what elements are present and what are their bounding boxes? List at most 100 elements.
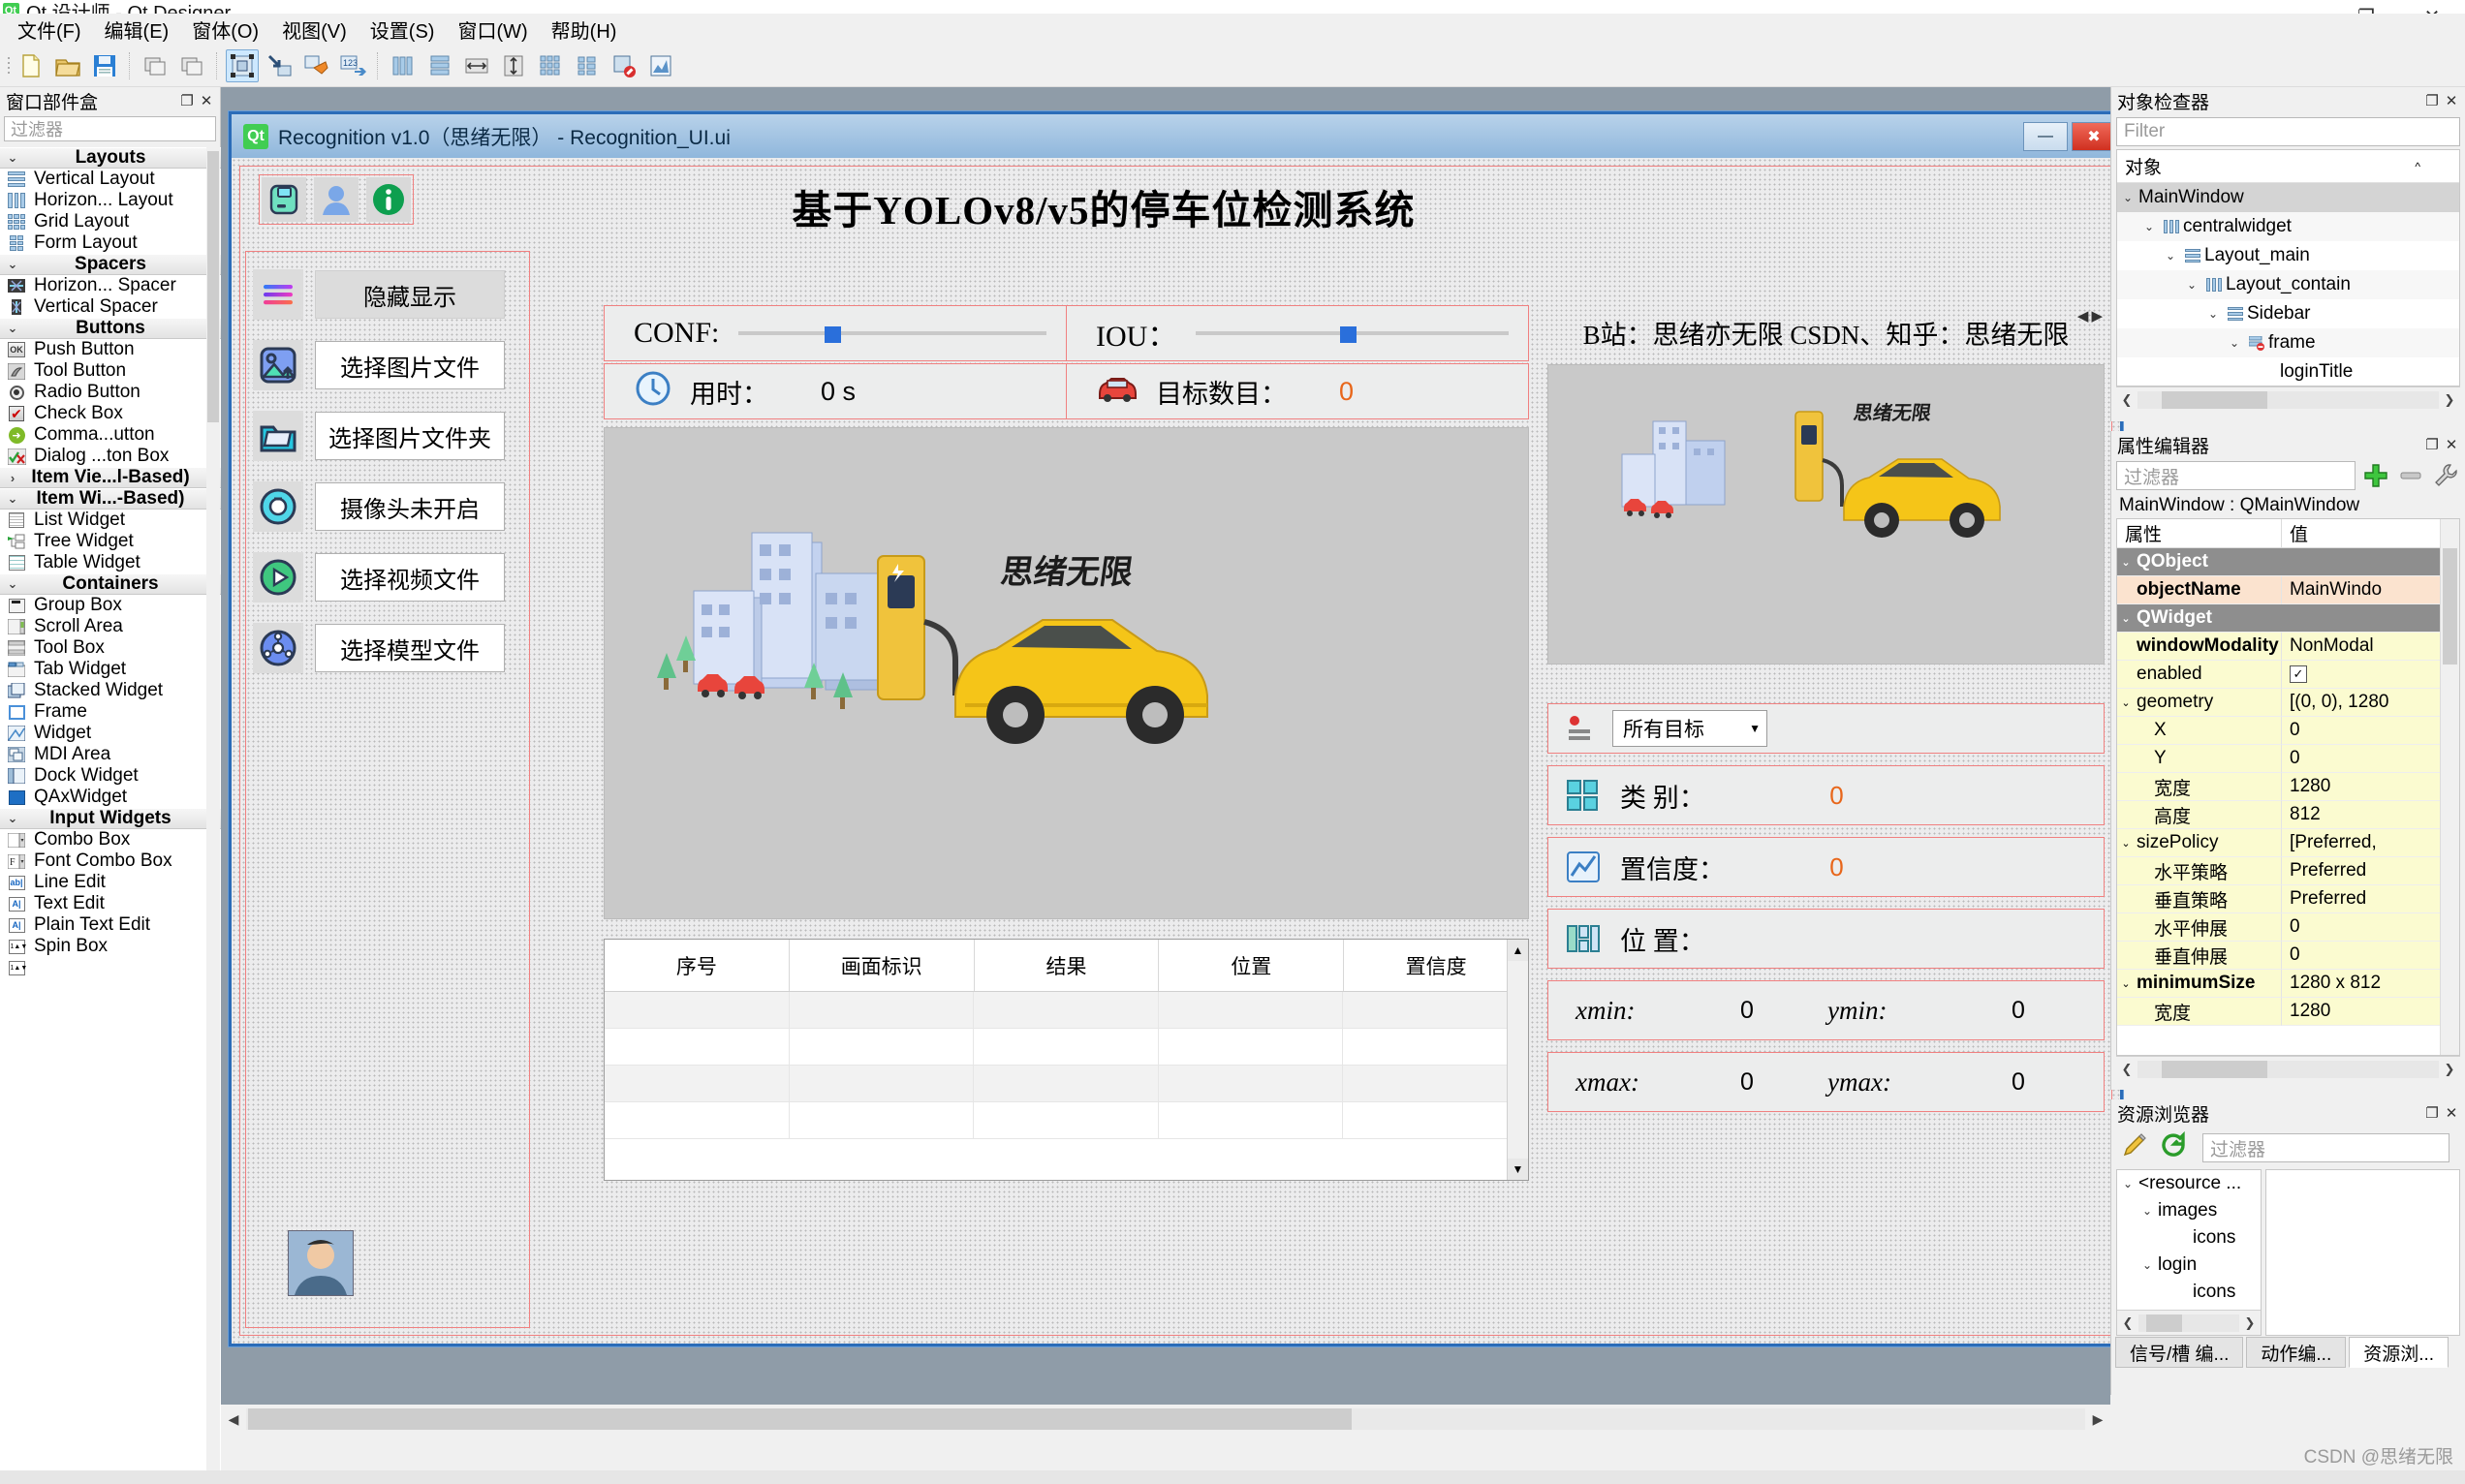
user-icon[interactable]	[314, 177, 359, 222]
scroll-left-icon[interactable]: ◀	[221, 1411, 246, 1428]
chevron-down-icon[interactable]: ▼	[1749, 722, 1761, 735]
object-node-layout-main[interactable]: ⌄ Layout_main	[2117, 241, 2459, 270]
property-value[interactable]: 0	[2282, 745, 2459, 773]
sidebar-item-select-image[interactable]: 选择图片文件	[253, 340, 519, 390]
restore-icon[interactable]: ❐	[2422, 1103, 2442, 1123]
widget-item-qax-widget[interactable]: QAxWidget	[0, 787, 221, 808]
target-selector-row[interactable]: 所有目标 ▼	[1547, 703, 2105, 754]
property-row-vpolicy[interactable]: 垂直策略 Preferred	[2117, 885, 2459, 913]
widget-item-stacked-widget[interactable]: Stacked Widget	[0, 680, 221, 701]
widget-group-item-views[interactable]: › Item Vie...l-Based)	[0, 467, 221, 488]
object-node-layout-contain[interactable]: ⌄ Layout_contain	[2117, 270, 2459, 299]
widget-item-tool-box[interactable]: Tool Box	[0, 637, 221, 659]
widget-item-push-button[interactable]: OK Push Button	[0, 339, 221, 360]
pencil-icon[interactable]	[2121, 1131, 2148, 1164]
menu-form[interactable]: 窗体(O)	[180, 12, 270, 47]
property-table-hscrollbar[interactable]: ❮ ❯	[2116, 1056, 2460, 1081]
chevron-down-icon[interactable]: ⌄	[2224, 336, 2245, 350]
object-node-mainwindow[interactable]: ⌄ MainWindow	[2117, 183, 2459, 212]
widget-item-horizontal-spacer[interactable]: Horizon... Spacer	[0, 275, 221, 296]
chevron-down-icon[interactable]: ⌄	[2181, 278, 2202, 292]
form-window-titlebar[interactable]: Qt Recognition v1.0（思绪无限） - Recognition_…	[232, 114, 2120, 158]
sidebar-item-label[interactable]: 选择图片文件	[315, 341, 505, 389]
scroll-left-icon[interactable]: ❮	[2116, 1062, 2137, 1077]
chevron-down-icon[interactable]: ⌄	[2117, 977, 2135, 990]
resource-node-login[interactable]: ⌄ login	[2117, 1252, 2261, 1279]
new-file-icon[interactable]	[15, 49, 47, 82]
conf-slider[interactable]	[738, 317, 1046, 350]
resource-tree-hscrollbar[interactable]: ❮ ❯	[2117, 1310, 2261, 1335]
widget-group-layouts[interactable]: ⌄ Layouts	[0, 147, 221, 169]
widget-item-dialog-button-box[interactable]: Dialog ...ton Box	[0, 446, 221, 467]
resource-tree[interactable]: ⌄ <resource ... ⌄ images icons ⌄ login i…	[2116, 1169, 2262, 1336]
iou-cell[interactable]: IOU：	[1067, 306, 1528, 360]
threshold-panel[interactable]: CONF: IOU：	[604, 305, 1529, 361]
menu-edit[interactable]: 编辑(E)	[93, 12, 181, 47]
widget-item-plain-text-edit[interactable]: A| Plain Text Edit	[0, 914, 221, 936]
folder-icon[interactable]	[253, 411, 303, 461]
menu-view[interactable]: 视图(V)	[270, 12, 359, 47]
dock-tabbar[interactable]: 信号/槽 编... 动作编... 资源浏...	[2111, 1337, 2465, 1368]
plus-icon[interactable]	[2361, 461, 2390, 490]
widget-item-dock-widget[interactable]: Dock Widget	[0, 765, 221, 787]
scroll-right-icon[interactable]: ▶	[2085, 1411, 2110, 1428]
sidebar-item-label[interactable]: 隐藏显示	[315, 270, 505, 319]
scroll-up-icon[interactable]: ▲	[1508, 940, 1528, 961]
chevron-down-icon[interactable]: ⌄	[2117, 191, 2138, 204]
object-inspector-filter-input[interactable]: Filter	[2116, 117, 2460, 146]
object-tree[interactable]: 对象 ^ ⌄ MainWindow ⌄ centralwidget ⌄ Layo…	[2116, 149, 2460, 386]
table-row[interactable]	[605, 1102, 1528, 1139]
info-icon[interactable]	[366, 177, 411, 222]
widget-group-buttons[interactable]: ⌄ Buttons	[0, 318, 221, 339]
iou-slider[interactable]	[1196, 317, 1509, 350]
close-icon[interactable]: ✕	[2442, 1103, 2461, 1123]
widget-item-vertical-layout[interactable]: Vertical Layout	[0, 169, 221, 190]
property-value[interactable]: [(0, 0), 1280	[2282, 689, 2459, 717]
resource-node-images-icons[interactable]: icons	[2117, 1224, 2261, 1252]
video-icon[interactable]	[253, 552, 303, 603]
widget-item-radio-button[interactable]: Radio Button	[0, 382, 221, 403]
table-scrollbar[interactable]: ▲ ▼	[1507, 940, 1528, 1180]
scroll-right-icon[interactable]: ❯	[2239, 1315, 2261, 1331]
widget-item-double-spin-box[interactable]: 1 ▲▼	[0, 957, 221, 978]
redo-icon[interactable]	[175, 49, 208, 82]
menu-help[interactable]: 帮助(H)	[540, 12, 629, 47]
form-canvas[interactable]: 基于YOLOv8/v5的停车位检测系统 隐藏显示 选择图片文件 选择图片文件夹 …	[232, 158, 2120, 1344]
form-area-hscrollbar[interactable]: ◀ ▶	[221, 1405, 2110, 1434]
property-table-vscrollbar[interactable]	[2440, 519, 2459, 1055]
adjust-size-icon[interactable]	[644, 49, 677, 82]
property-value[interactable]: Preferred	[2282, 857, 2459, 885]
save-icon[interactable]	[262, 177, 306, 222]
widget-group-item-widgets[interactable]: ⌄ Item Wi...-Based)	[0, 488, 221, 510]
property-row-objectname[interactable]: objectName MainWindo	[2117, 576, 2459, 604]
chevron-down-icon[interactable]: ⌄	[2117, 696, 2135, 709]
object-node-frame[interactable]: ⌄ frame	[2117, 328, 2459, 357]
widget-item-widget[interactable]: Widget	[0, 723, 221, 744]
menu-settings[interactable]: 设置(S)	[359, 12, 447, 47]
app-right-panel[interactable]: B站：思绪亦无限 CSDN、知乎：思绪无限 ◀ ▶ 思绪无限 所有目标 ▼ 类 …	[1547, 303, 2105, 1112]
widget-box-list[interactable]: ⌄ Layouts Vertical Layout Horizon... Lay…	[0, 147, 221, 1472]
property-value[interactable]: 0	[2282, 942, 2459, 970]
tab-resource-browser[interactable]: 资源浏...	[2349, 1337, 2449, 1368]
model-icon[interactable]	[253, 623, 303, 673]
widget-item-grid-layout[interactable]: Grid Layout	[0, 211, 221, 232]
chevron-down-icon[interactable]: ⌄	[2137, 1258, 2158, 1272]
object-node-centralwidget[interactable]: ⌄ centralwidget	[2117, 212, 2459, 241]
resource-node-root[interactable]: ⌄ <resource ...	[2117, 1170, 2261, 1197]
main-preview-image[interactable]: 思绪无限	[604, 427, 1529, 919]
restore-icon[interactable]: ❐	[2422, 435, 2442, 454]
layout-splitter-horizontal-icon[interactable]	[460, 49, 493, 82]
layout-splitter-vertical-icon[interactable]	[497, 49, 530, 82]
edit-signals-slots-icon[interactable]	[263, 49, 296, 82]
property-group-qwidget[interactable]: ⌄ QWidget	[2117, 604, 2459, 633]
resource-node-login-icons[interactable]: icons	[2117, 1279, 2261, 1306]
sidebar-item-camera[interactable]: 摄像头未开启	[253, 481, 519, 532]
wrench-icon[interactable]	[2431, 461, 2460, 490]
widget-group-spacers[interactable]: ⌄ Spacers	[0, 254, 221, 275]
widget-item-font-combo-box[interactable]: F Font Combo Box	[0, 850, 221, 872]
sidebar-item-label[interactable]: 选择图片文件夹	[315, 412, 505, 460]
close-icon[interactable]: ✕	[2442, 435, 2461, 454]
widget-item-group-box[interactable]: Group Box	[0, 595, 221, 616]
property-row-geometry[interactable]: ⌄ geometry [(0, 0), 1280	[2117, 689, 2459, 717]
widget-group-input-widgets[interactable]: ⌄ Input Widgets	[0, 808, 221, 829]
